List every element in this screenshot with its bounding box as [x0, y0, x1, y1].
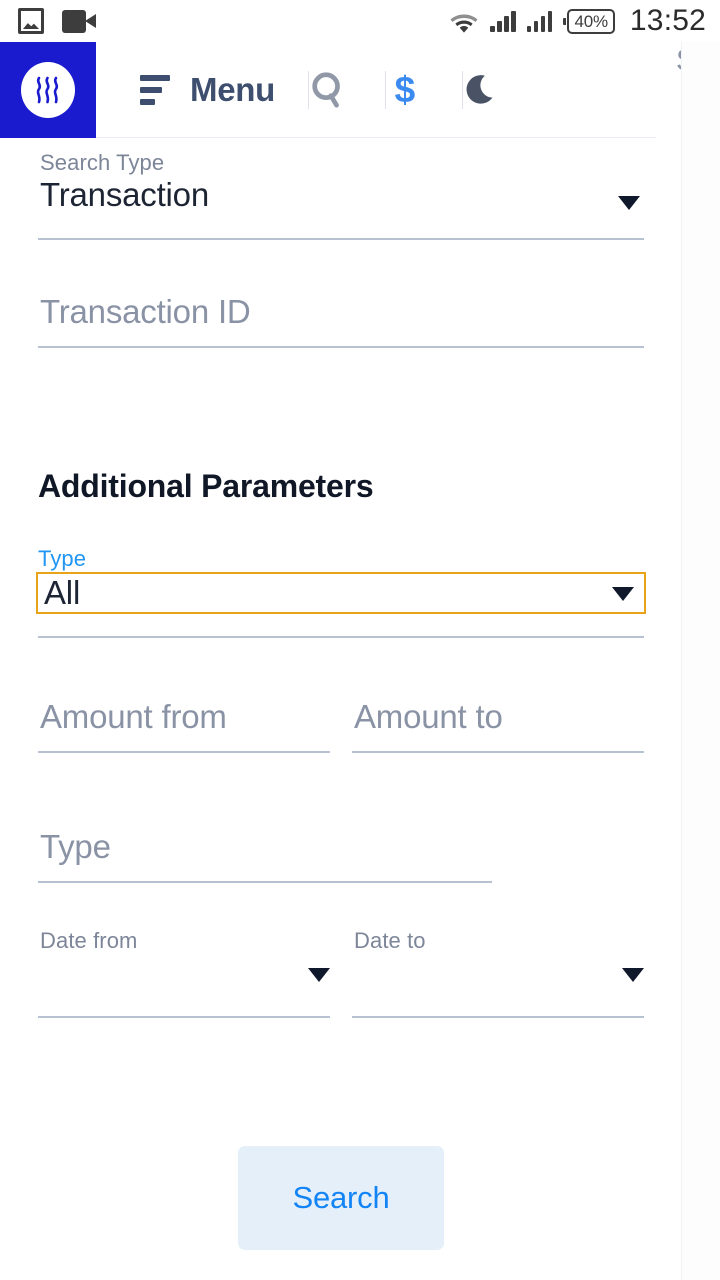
chevron-down-icon	[612, 587, 634, 601]
currency-button[interactable]: $	[386, 71, 424, 108]
field-underline	[352, 1016, 644, 1018]
menu-icon	[140, 74, 170, 105]
menu-label: Menu	[190, 70, 275, 108]
date-from-label: Date from	[40, 928, 138, 953]
app-header: Menu $	[0, 41, 656, 138]
chevron-down-icon	[308, 968, 330, 982]
signal-icon	[490, 10, 516, 32]
type-select-box[interactable]: All	[36, 572, 646, 614]
video-record-icon	[62, 9, 96, 33]
search-type-select[interactable]: Search Type Transaction	[38, 150, 644, 240]
status-bar-left-icons	[18, 8, 96, 34]
field-underline	[38, 636, 644, 638]
search-type-value: Transaction	[40, 176, 209, 213]
field-underline	[38, 881, 492, 883]
type-select-label: Type	[38, 546, 87, 571]
search-submit-button[interactable]: Search	[238, 1146, 444, 1250]
amount-from-input[interactable]: Amount from	[38, 698, 330, 753]
steem-waves-icon	[36, 76, 59, 103]
dollar-icon: $	[394, 69, 416, 110]
battery-indicator: 40%	[563, 8, 615, 34]
chevron-down-icon	[622, 968, 644, 982]
wifi-icon	[450, 14, 478, 33]
battery-percent-label: 40%	[567, 8, 615, 34]
dark-mode-moon-icon	[466, 74, 493, 104]
screenshot-icon	[18, 8, 44, 34]
type-select-value: All	[44, 574, 81, 611]
status-bar-clock: 13:52	[629, 4, 706, 37]
date-to-select[interactable]: Date to	[352, 928, 644, 1018]
amount-to-placeholder: Amount to	[354, 698, 503, 735]
transaction-id-placeholder: Transaction ID	[40, 293, 251, 330]
additional-parameters-heading: Additional Parameters	[38, 468, 374, 504]
field-underline	[38, 238, 644, 240]
search-form: Search Type Transaction Transaction ID A…	[0, 138, 681, 1280]
menu-button[interactable]: Menu	[96, 71, 275, 109]
signal-icon	[526, 10, 553, 32]
right-side-panel	[681, 42, 720, 1280]
date-from-select[interactable]: Date from	[38, 928, 330, 1018]
search-icon	[312, 71, 340, 108]
field-underline	[38, 346, 644, 348]
type-select[interactable]: Type All	[36, 546, 646, 638]
status-bar: 40% 13:52	[0, 0, 720, 42]
search-button-header[interactable]	[309, 69, 347, 111]
date-to-label: Date to	[354, 928, 426, 953]
type-text-placeholder: Type	[40, 828, 111, 865]
steem-logo-circle	[21, 61, 75, 118]
field-underline	[38, 751, 330, 753]
field-underline	[38, 1016, 330, 1018]
dark-mode-button[interactable]	[463, 70, 501, 110]
search-type-label: Search Type	[40, 150, 165, 175]
amount-to-input[interactable]: Amount to	[352, 698, 644, 753]
chevron-down-icon	[618, 196, 640, 210]
transaction-id-input[interactable]: Transaction ID	[38, 293, 644, 348]
steem-logo[interactable]	[0, 41, 96, 138]
field-underline	[352, 751, 644, 753]
status-bar-right-icons: 40% 13:52	[449, 4, 706, 38]
amount-from-placeholder: Amount from	[40, 698, 227, 735]
app-screen: 40% 13:52 Menu $ Search Type Transaction…	[0, 0, 720, 1280]
type-text-input[interactable]: Type	[38, 828, 492, 883]
